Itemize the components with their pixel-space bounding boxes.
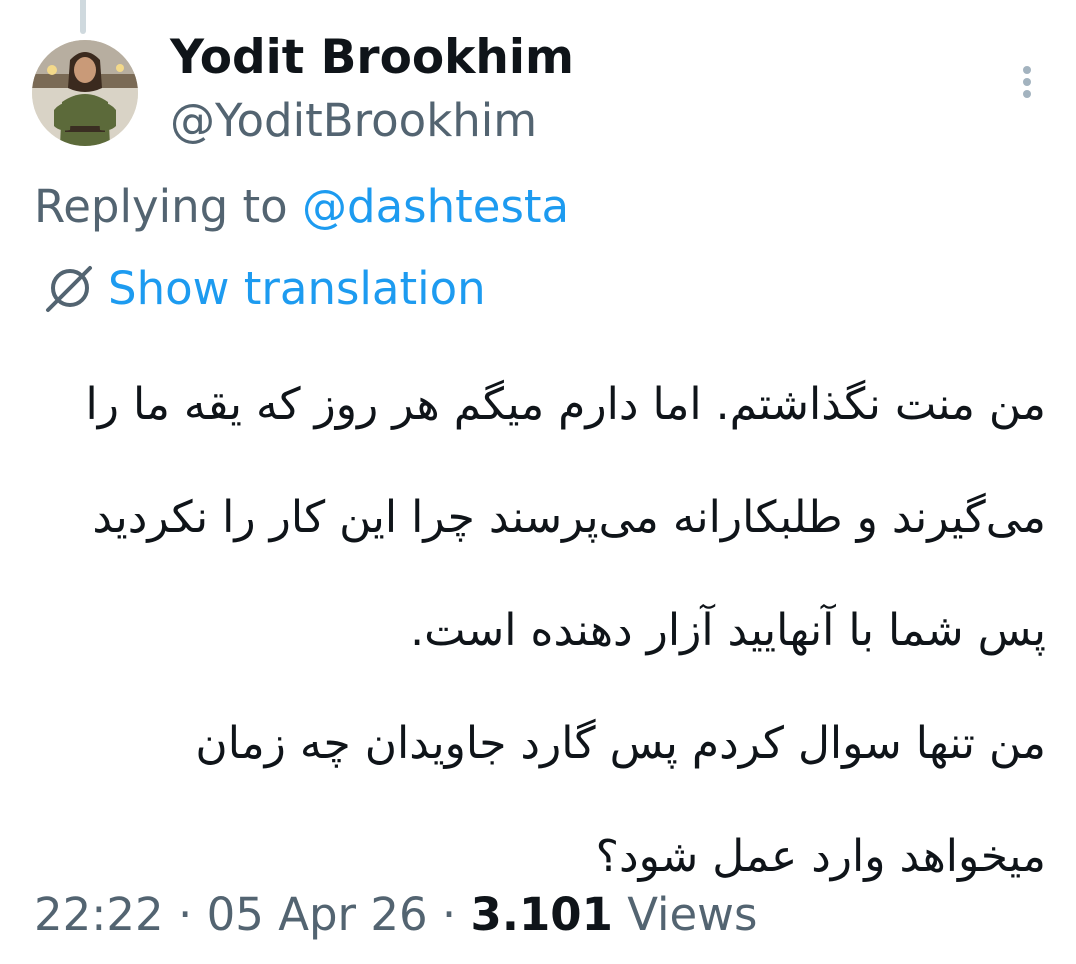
tweet-date[interactable]: 05 Apr 26	[207, 888, 428, 941]
tweet-paragraph: من تنها سوال کردم پس گارد جاویدان چه زما…	[195, 718, 1046, 882]
replying-to: Replying to @dashtesta	[34, 180, 569, 233]
avatar[interactable]	[32, 40, 138, 146]
user-handle[interactable]: @YoditBrookhim	[170, 94, 537, 147]
views-count[interactable]: 3.101	[471, 888, 613, 941]
views-label: Views	[627, 888, 758, 941]
display-name[interactable]: Yodit Brookhim	[170, 30, 574, 85]
replying-to-link[interactable]: @dashtesta	[302, 180, 569, 233]
meta-separator: ·	[178, 888, 193, 941]
avatar-image	[32, 40, 138, 146]
replying-prefix: Replying to	[34, 180, 303, 233]
tweet-paragraph: من منت نگذاشتم. اما دارم میگم هر روز که …	[85, 379, 1046, 656]
more-vertical-icon-dot	[1023, 78, 1031, 86]
show-translation-label: Show translation	[108, 261, 486, 315]
tweet-meta: 22:22 · 05 Apr 26 · 3.101 Views	[34, 888, 757, 941]
more-options-button[interactable]	[1010, 62, 1044, 102]
thread-connector-line	[80, 0, 86, 34]
more-vertical-icon	[1023, 66, 1031, 74]
tweet-text: من منت نگذاشتم. اما دارم میگم هر روز که …	[46, 348, 1046, 913]
show-translation-button[interactable]: Show translation	[40, 258, 486, 318]
tweet-time[interactable]: 22:22	[34, 888, 164, 941]
more-vertical-icon-dot	[1023, 90, 1031, 98]
meta-separator: ·	[441, 888, 457, 941]
globe-slash-icon	[46, 266, 92, 312]
